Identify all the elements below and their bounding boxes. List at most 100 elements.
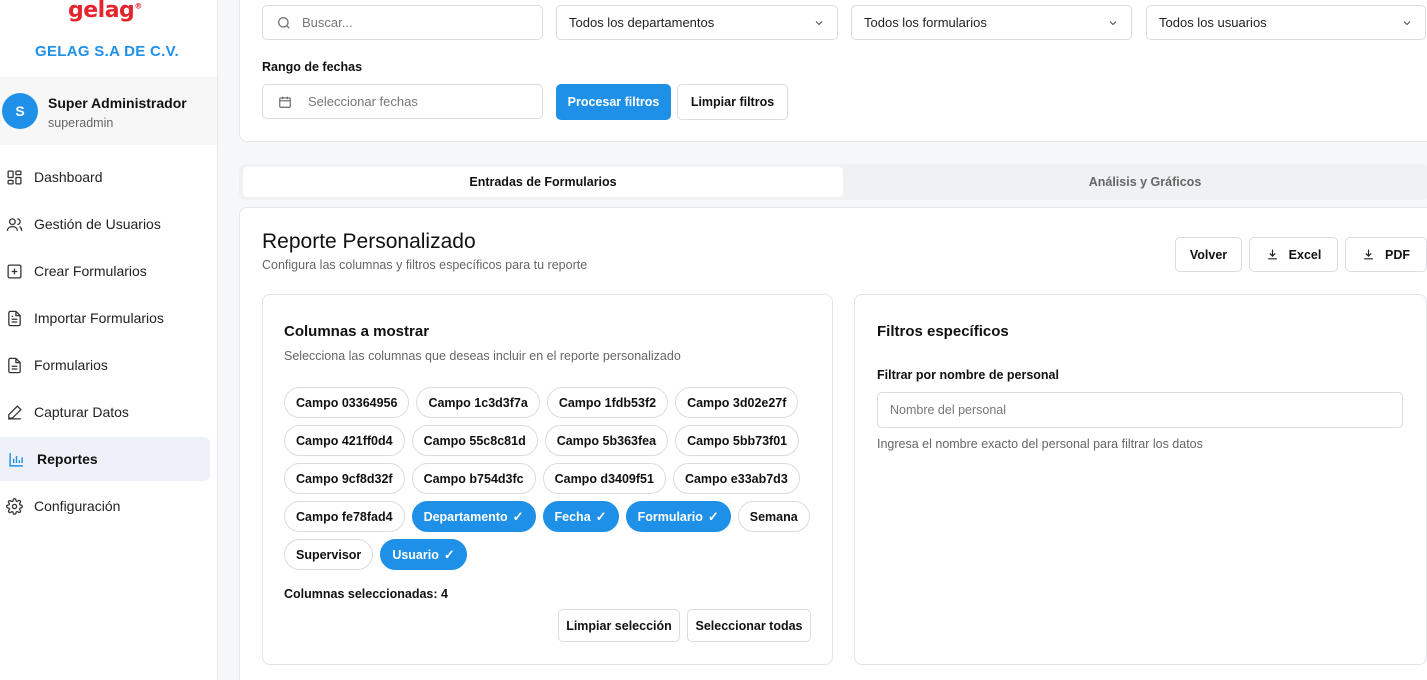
column-chip[interactable]: Campo 55c8c81d: [411, 425, 538, 456]
date-range-label: Rango de fechas: [262, 60, 363, 74]
select-all-button[interactable]: Seleccionar todas: [687, 609, 811, 642]
column-chip[interactable]: Campo 421ff0d4: [284, 425, 405, 456]
date-placeholder: Seleccionar fechas: [308, 94, 418, 109]
column-chip[interactable]: Campo 1fdb53f2: [546, 387, 669, 418]
process-filters-button[interactable]: Procesar filtros: [556, 84, 671, 120]
column-chip[interactable]: Usuario ✓: [380, 539, 467, 570]
user-name: Super Administrador: [48, 95, 187, 111]
dashboard-icon: [7, 169, 22, 185]
sidebar-item-reports[interactable]: Reportes: [0, 437, 210, 481]
columns-title: Columnas a mostrar: [284, 323, 430, 340]
chevron-down-icon: [1403, 21, 1411, 26]
selected-count: Columnas seleccionadas: 4: [284, 587, 448, 601]
users-select[interactable]: Todos los usuarios: [1146, 5, 1426, 40]
column-chip[interactable]: Campo e33ab7d3: [672, 463, 800, 494]
column-chip[interactable]: Formulario ✓: [625, 501, 731, 532]
gear-icon: [6, 497, 23, 515]
check-icon: ✓: [595, 508, 607, 524]
column-chip[interactable]: Campo 1c3d3f7a: [416, 387, 540, 418]
column-chip-label: Campo fe78fad4: [296, 509, 393, 524]
download-icon: [1364, 249, 1373, 260]
back-button[interactable]: Volver: [1175, 237, 1242, 272]
column-chip[interactable]: Departamento ✓: [411, 501, 536, 532]
excel-label: Excel: [1288, 247, 1322, 262]
file-text-icon: [8, 357, 21, 373]
pdf-label: PDF: [1385, 247, 1410, 262]
sidebar-item-users[interactable]: Gestión de Usuarios: [0, 202, 210, 246]
column-chip[interactable]: Campo d3409f51: [542, 463, 666, 494]
page-subtitle: Configura las columnas y filtros específ…: [262, 258, 588, 272]
clear-selection-button[interactable]: Limpiar selección: [558, 609, 680, 642]
search-icon: [278, 16, 290, 29]
form-value: Todos los formularios: [864, 15, 987, 30]
tab-form-entries[interactable]: Entradas de Formularios: [243, 167, 843, 197]
check-icon: ✓: [443, 546, 455, 562]
column-chip-label: Departamento: [423, 509, 508, 524]
users-icon: [6, 217, 23, 231]
sidebar-item-import-forms[interactable]: Importar Formularios: [0, 296, 210, 340]
avatar: S: [2, 93, 38, 129]
tabs-bar: Entradas de Formularios Análisis y Gráfi…: [239, 164, 1427, 200]
sidebar-item-label: Importar Formularios: [34, 310, 164, 326]
column-chip[interactable]: Campo 3d02e27f: [675, 387, 799, 418]
sidebar-item-label: Capturar Datos: [34, 404, 129, 420]
sidebar-item-label: Gestión de Usuarios: [34, 216, 161, 232]
columns-subtitle: Selecciona las columnas que deseas inclu…: [284, 349, 681, 363]
check-icon: ✓: [707, 508, 719, 524]
date-range-input[interactable]: Seleccionar fechas: [262, 84, 543, 119]
sidebar-item-create-forms[interactable]: Crear Formularios: [0, 249, 210, 293]
column-chip[interactable]: Campo 03364956: [284, 387, 410, 418]
sidebar-item-forms[interactable]: Formularios: [0, 343, 210, 387]
column-chip[interactable]: Campo 5b363fea: [544, 425, 669, 456]
specific-filters-title: Filtros específicos: [877, 323, 1009, 340]
search-input[interactable]: Buscar...: [262, 5, 543, 40]
department-value: Todos los departamentos: [569, 15, 715, 30]
sidebar-item-capture-data[interactable]: Capturar Datos: [0, 390, 210, 434]
sidebar: gelag® GELAG S.A DE C.V. S Super Adminis…: [0, 0, 218, 680]
column-chip-label: Campo d3409f51: [554, 471, 654, 486]
department-select[interactable]: Todos los departamentos: [556, 5, 838, 40]
column-chip-label: Campo b754d3fc: [423, 471, 524, 486]
export-pdf-button[interactable]: PDF: [1345, 237, 1427, 272]
sidebar-item-settings[interactable]: Configuración: [0, 484, 210, 528]
column-chip-label: Usuario: [392, 547, 439, 562]
column-chip[interactable]: Campo b754d3fc: [411, 463, 536, 494]
sidebar-item-label: Reportes: [37, 451, 98, 467]
logo-text: gelag: [68, 0, 135, 23]
column-chip-label: Campo e33ab7d3: [684, 471, 788, 486]
column-chip-label: Campo 421ff0d4: [296, 433, 393, 448]
column-chip-label: Campo 03364956: [296, 395, 398, 410]
export-excel-button[interactable]: Excel: [1249, 237, 1338, 272]
download-icon: [1267, 249, 1277, 260]
columns-card: Columnas a mostrar Selecciona las column…: [262, 294, 833, 665]
specific-filters-card: Filtros específicos Filtrar por nombre d…: [854, 294, 1427, 665]
column-chips: Campo 03364956 Campo 1c3d3f7a Campo 1fdb53…: [284, 387, 814, 570]
search-placeholder: Buscar...: [302, 15, 353, 30]
personnel-name-placeholder: Nombre del personal: [890, 403, 1007, 417]
clear-filters-button[interactable]: Limpiar filtros: [677, 84, 788, 120]
column-chip[interactable]: Supervisor: [284, 539, 374, 570]
user-profile[interactable]: S Super Administrador superadmin: [0, 77, 217, 145]
column-chip[interactable]: Campo 9cf8d32f: [284, 463, 405, 494]
column-chip[interactable]: Fecha ✓: [542, 501, 619, 532]
column-chip-label: Formulario: [637, 509, 703, 524]
brand-logo[interactable]: gelag®: [68, 0, 142, 23]
sidebar-item-label: Formularios: [34, 357, 108, 373]
personnel-name-input[interactable]: Nombre del personal: [877, 392, 1403, 428]
sidebar-item-label: Configuración: [34, 498, 121, 514]
column-chip[interactable]: Campo fe78fad4: [284, 501, 405, 532]
column-chip-label: Campo 9cf8d32f: [296, 471, 393, 486]
form-select[interactable]: Todos los formularios: [851, 5, 1132, 40]
check-icon: ✓: [512, 508, 524, 524]
column-chip[interactable]: Semana: [737, 501, 810, 532]
users-value: Todos los usuarios: [1159, 15, 1267, 30]
pen-icon: [8, 404, 22, 420]
column-chip[interactable]: Campo 5bb73f01: [675, 425, 800, 456]
tab-analysis-charts[interactable]: Análisis y Gráficos: [845, 167, 1427, 197]
sidebar-item-label: Crear Formularios: [34, 263, 147, 279]
plus-square-icon: [7, 263, 22, 279]
logo-mark: ®: [134, 1, 142, 11]
filters-panel: Buscar... Todos los departamentos Todos …: [239, 0, 1427, 142]
sidebar-item-dashboard[interactable]: Dashboard: [0, 155, 210, 199]
column-chip-label: Campo 55c8c81d: [423, 433, 526, 448]
